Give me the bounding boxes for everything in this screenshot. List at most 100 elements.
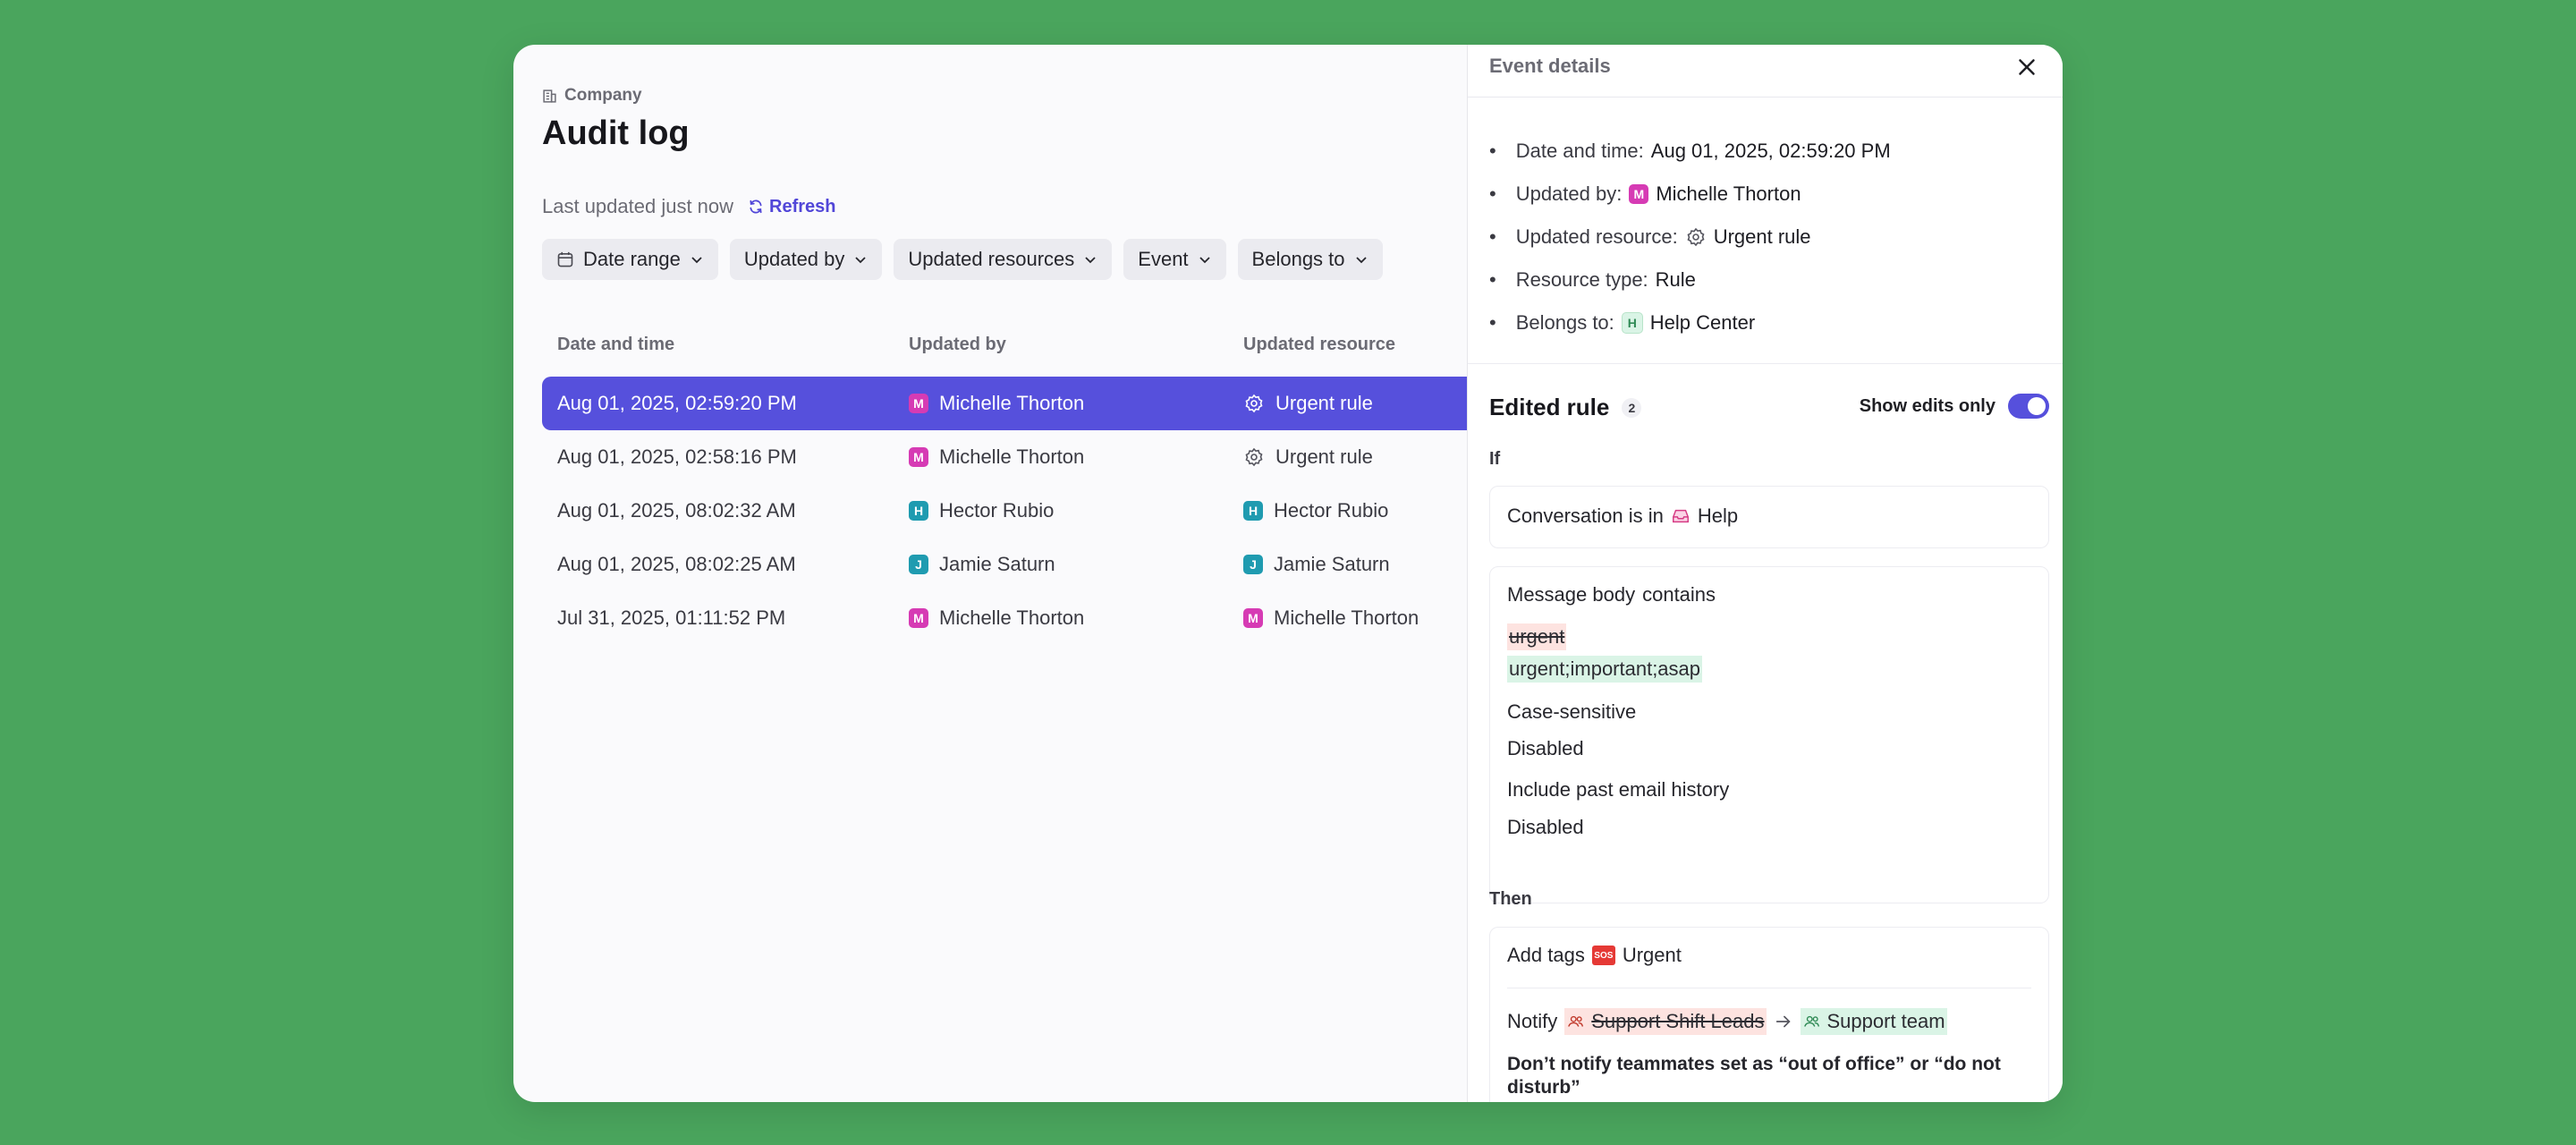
then-label: Then: [1489, 889, 1532, 909]
case-value-text: Disabled: [1507, 737, 1584, 759]
detail-value[interactable]: Help Center: [1650, 311, 1755, 335]
row-resource: Urgent rule: [1243, 445, 1373, 469]
filter-belongs-to[interactable]: Belongs to: [1237, 239, 1383, 280]
detail-belongs-to: Belongs to: H Help Center: [1489, 301, 2044, 344]
user-name: Jamie Saturn: [939, 553, 1055, 575]
filter-label: Updated by: [743, 248, 845, 270]
refresh-icon: [750, 199, 762, 214]
detail-label: Updated by:: [1515, 182, 1623, 205]
inbox-icon: [1672, 509, 1689, 523]
avatar: H: [1243, 501, 1263, 521]
resource-name: Michelle Thorton: [1274, 606, 1419, 629]
table-row[interactable]: Aug 01, 2025, 08:02:25 AM J Jamie Saturn…: [542, 538, 1467, 591]
detail-value: Aug 01, 2025, 02:59:20 PM: [1650, 140, 1891, 162]
show-edits-toggle[interactable]: [2008, 394, 2049, 419]
gear-icon: [1687, 227, 1705, 247]
row-updated-by: J Jamie Saturn: [909, 553, 1055, 576]
avatar: M: [1629, 184, 1649, 204]
row-updated-by: M Michelle Thorton: [909, 445, 1084, 469]
detail-label: Updated resource:: [1515, 225, 1678, 248]
user-name: Hector Rubio: [939, 499, 1055, 522]
chevron-down-icon: [1085, 257, 1096, 264]
detail-value[interactable]: Michelle Thorton: [1656, 182, 1801, 206]
message-body-line: Message body contains: [1507, 583, 1716, 606]
audit-log-window: Company Audit log Last updated just now …: [513, 45, 2063, 1102]
row-resource: H Hector Rubio: [1243, 499, 1388, 522]
gear-icon: [1245, 394, 1263, 413]
avatar: M: [909, 394, 928, 413]
building-icon: [543, 89, 556, 103]
table-row[interactable]: Jul 31, 2025, 01:11:52 PM M Michelle Tho…: [542, 591, 1467, 645]
avatar: H: [1621, 312, 1643, 334]
notify-removed: Support Shift Leads: [1564, 1008, 1767, 1035]
filter-updated-by[interactable]: Updated by: [729, 239, 883, 280]
filter-label: Date range: [583, 248, 681, 270]
filter-updated-resources[interactable]: Updated resources: [894, 239, 1113, 280]
email-history-label: Include past email history: [1507, 778, 1729, 802]
detail-value: Rule: [1655, 268, 1696, 291]
avatar: M: [909, 608, 928, 628]
row-date: Aug 01, 2025, 08:02:25 AM: [557, 553, 796, 575]
dont-notify-text: Don’t notify teammates set as “out of of…: [1507, 1054, 2001, 1098]
last-updated-text: Last updated just now: [542, 195, 734, 217]
detail-label: Date and time:: [1515, 140, 1644, 162]
avatar: J: [1243, 555, 1263, 574]
avatar: H: [909, 501, 928, 521]
avatar: M: [1243, 608, 1263, 628]
added-value-line: urgent;important;asap: [1507, 656, 1703, 683]
condition-value: Help: [1697, 505, 1739, 527]
event-details-list: Date and time: Aug 01, 2025, 02:59:20 PM…: [1489, 130, 2044, 344]
gear-icon: [1245, 447, 1263, 467]
row-date: Aug 01, 2025, 02:59:20 PM: [557, 392, 797, 414]
add-tags-line: Add tags SOS Urgent: [1507, 944, 1682, 967]
row-updated-by: M Michelle Thorton: [909, 606, 1084, 630]
table-row[interactable]: Aug 01, 2025, 08:02:32 AM H Hector Rubio…: [542, 484, 1467, 538]
table-row[interactable]: Aug 01, 2025, 02:59:20 PM M Michelle Tho…: [542, 377, 1467, 430]
detail-updated-by: Updated by: M Michelle Thorton: [1489, 173, 2044, 216]
panel-header: Event details: [1468, 45, 2063, 98]
if-label: If: [1489, 449, 1501, 469]
column-header-updated-resource[interactable]: Updated resource: [1243, 335, 1395, 355]
breadcrumb[interactable]: Company: [542, 86, 642, 106]
column-header-date[interactable]: Date and time: [557, 335, 674, 355]
breadcrumb-label: Company: [564, 86, 642, 105]
condition-text: Conversation is in Help: [1507, 505, 1738, 528]
filter-event[interactable]: Event: [1123, 239, 1226, 280]
sos-icon: SOS: [1591, 946, 1615, 965]
edited-rule-heading: Edited rule 2: [1489, 394, 1642, 421]
row-resource: J Jamie Saturn: [1243, 553, 1390, 576]
table-row[interactable]: Aug 01, 2025, 02:58:16 PM M Michelle Tho…: [542, 430, 1467, 484]
notify-line: Notify Support Shift Leads Support team: [1507, 1008, 1947, 1035]
row-resource: Urgent rule: [1243, 392, 1373, 415]
filter-label: Updated resources: [908, 248, 1075, 270]
audit-log-pane: Company Audit log Last updated just now …: [513, 45, 1467, 1102]
team-icon: [1803, 1015, 1819, 1027]
divider: [1468, 363, 2063, 364]
event-details-panel: Event details Date and time: Aug 01, 202…: [1467, 45, 2063, 1102]
close-icon[interactable]: [2013, 54, 2040, 81]
chevron-down-icon: [855, 257, 867, 264]
email-history-value: Disabled: [1507, 816, 1584, 839]
avatar: M: [909, 447, 928, 467]
chevron-down-icon: [691, 257, 702, 264]
edit-count-badge: 2: [1622, 397, 1642, 418]
message-body-card: Message body contains urgent urgent;impo…: [1489, 566, 2049, 903]
refresh-button[interactable]: Refresh: [748, 197, 836, 217]
show-edits-control: Show edits only: [1860, 394, 2049, 419]
notify-added: Support team: [1800, 1008, 1947, 1035]
history-label-text: Include past email history: [1507, 778, 1730, 801]
row-date: Aug 01, 2025, 02:58:16 PM: [557, 445, 797, 468]
row-resource: M Michelle Thorton: [1243, 606, 1419, 630]
chevron-down-icon: [1355, 257, 1367, 264]
filter-label: Event: [1138, 248, 1189, 270]
detail-updated-resource: Updated resource: Urgent rule: [1489, 216, 2044, 259]
filter-date-range[interactable]: Date range: [542, 239, 718, 280]
edited-title: Edited rule: [1489, 394, 1610, 420]
column-header-updated-by[interactable]: Updated by: [909, 335, 1006, 355]
calendar-icon: [557, 251, 573, 267]
avatar: J: [909, 555, 928, 574]
row-date: Jul 31, 2025, 01:11:52 PM: [557, 606, 786, 629]
notify-removed-text: Support Shift Leads: [1591, 1010, 1765, 1032]
detail-value[interactable]: Urgent rule: [1714, 225, 1811, 249]
detail-label: Resource type:: [1515, 268, 1648, 291]
